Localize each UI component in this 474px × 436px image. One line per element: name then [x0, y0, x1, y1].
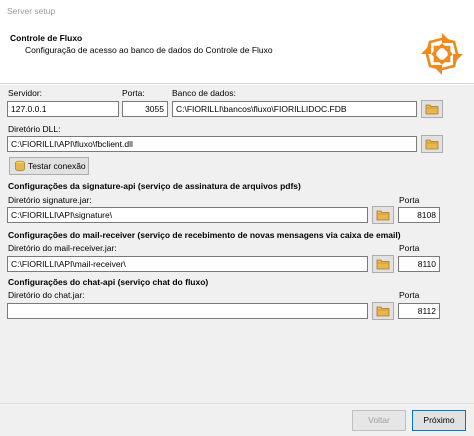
mail-dir-input[interactable]: C:\FIORILLI\API\mail-receiver\: [7, 256, 368, 272]
database-icon: [15, 160, 25, 172]
dll-path-input[interactable]: C:\FIORILLI\API\fluxo\fbclient.dll: [7, 136, 417, 152]
chat-dir-label: Diretório do chat.jar:: [8, 290, 85, 300]
title-bar: Server setup: [0, 0, 474, 22]
chat-dir-input[interactable]: [7, 303, 368, 319]
server-input[interactable]: 127.0.0.1: [7, 101, 119, 117]
browse-database-button[interactable]: [421, 100, 443, 118]
mail-section-title: Configurações do mail-receiver (serviço …: [8, 230, 401, 240]
signature-dir-label: Diretório signature.jar:: [8, 195, 92, 205]
folder-icon: [425, 104, 439, 115]
settings-panel: Servidor: Porta: Banco de dados: 127.0.0…: [0, 85, 474, 403]
test-connection-button[interactable]: Testar conexão: [9, 157, 89, 175]
signature-port-label: Porta: [399, 195, 420, 205]
signature-dir-input[interactable]: C:\FIORILLI\API\signature\: [7, 207, 368, 223]
mail-port-input[interactable]: 8110: [398, 256, 440, 272]
browse-dll-button[interactable]: [421, 135, 443, 153]
folder-icon: [376, 259, 390, 270]
browse-chat-button[interactable]: [372, 302, 394, 320]
folder-icon: [376, 210, 390, 221]
browse-signature-button[interactable]: [372, 206, 394, 224]
next-button[interactable]: Próximo: [412, 410, 466, 431]
port-input[interactable]: 3055: [122, 101, 168, 117]
database-label: Banco de dados:: [172, 88, 236, 98]
port-label: Porta:: [122, 88, 145, 98]
wizard-footer: Voltar Próximo: [0, 403, 474, 436]
folder-icon: [376, 306, 390, 317]
wizard-header: Controle de Fluxo Configuração de acesso…: [0, 22, 474, 84]
fiorilli-logo-icon: [421, 33, 463, 75]
dll-label: Diretório DLL:: [8, 124, 61, 134]
window-title: Server setup: [7, 6, 56, 16]
chat-section-title: Configurações do chat-api (serviço chat …: [8, 277, 209, 287]
folder-icon: [425, 139, 439, 150]
signature-port-input[interactable]: 8108: [398, 207, 440, 223]
server-label: Servidor:: [8, 88, 43, 98]
header-title: Controle de Fluxo: [10, 33, 83, 43]
database-path-input[interactable]: C:\FIORILLI\bancos\fluxo\FIORILLIDOC.FDB: [172, 101, 417, 117]
mail-dir-label: Diretório do mail-receiver.jar:: [8, 243, 117, 253]
signature-section-title: Configurações da signature-api (serviço …: [8, 181, 301, 191]
mail-port-label: Porta: [399, 243, 420, 253]
header-subtitle: Configuração de acesso ao banco de dados…: [25, 45, 273, 55]
chat-port-input[interactable]: 8112: [398, 303, 440, 319]
chat-port-label: Porta: [399, 290, 420, 300]
browse-mail-button[interactable]: [372, 255, 394, 273]
test-connection-label: Testar conexão: [28, 161, 86, 171]
back-button[interactable]: Voltar: [352, 410, 406, 431]
